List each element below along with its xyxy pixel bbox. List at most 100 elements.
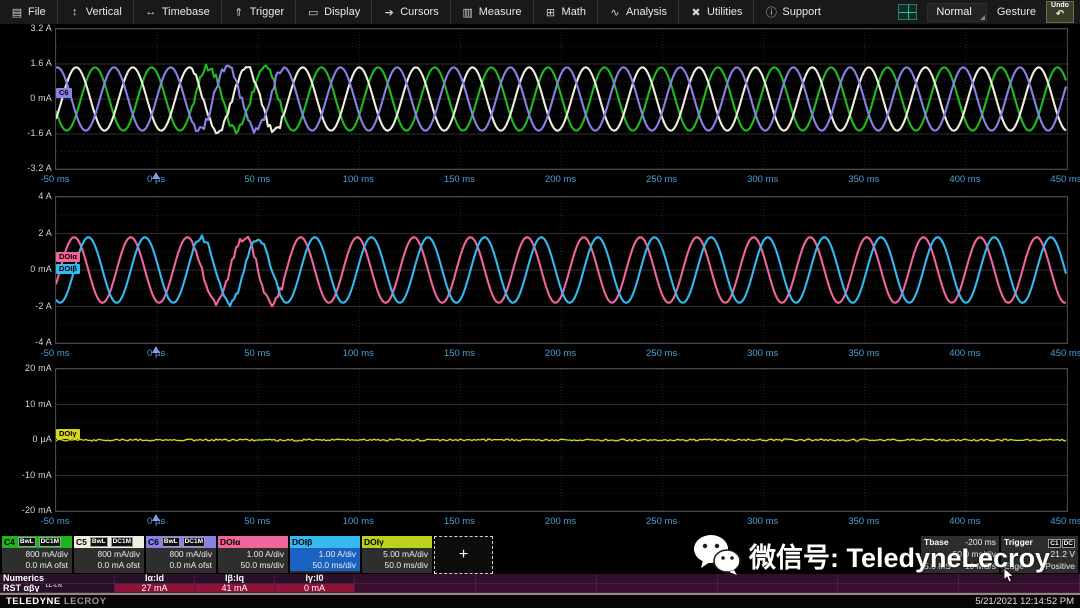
menu-display[interactable]: ▭ Display bbox=[296, 0, 372, 24]
trigger-source-badge: C1 bbox=[1048, 539, 1060, 548]
file-icon: ▤ bbox=[11, 6, 23, 19]
numerics-row-label: RST αβγLL-LN bbox=[0, 584, 115, 594]
menu-utilities[interactable]: ✖Utilities bbox=[679, 0, 754, 24]
wechat-watermark: 微信号: TeledyneLecroy bbox=[693, 534, 1050, 576]
undo-button[interactable]: Undo↶ bbox=[1046, 1, 1074, 23]
menu-analysis[interactable]: ∿Analysis bbox=[598, 0, 679, 24]
menu-measure-label: Measure bbox=[479, 6, 522, 18]
descriptor-doi-alpha[interactable]: DOIα 1.00 A/div50.0 ms/div bbox=[218, 536, 288, 573]
grid-2-plot[interactable] bbox=[55, 196, 1068, 344]
coupling-badge: DC1M bbox=[183, 537, 205, 547]
y-axis-label: 1.6 A bbox=[2, 58, 52, 68]
zero-level-badge-DOIα[interactable]: DOIα bbox=[56, 252, 80, 262]
menu-file[interactable]: ▤ File bbox=[0, 0, 58, 24]
y-axis-label: 0 mA bbox=[2, 93, 52, 103]
utilities-icon: ✖ bbox=[690, 6, 702, 19]
numerics-empty-cell bbox=[838, 584, 959, 594]
numerics-col3-header: Iγ:I0 bbox=[275, 574, 355, 584]
mouse-cursor-icon bbox=[1003, 568, 1016, 583]
y-axis-label: 3.2 A bbox=[2, 23, 52, 33]
add-trace-button[interactable]: + bbox=[434, 536, 493, 574]
numerics-empty-cell bbox=[597, 584, 718, 594]
numerics-table: Numerics Iα:Id Iβ:Iq Iγ:I0 RST αβγLL-LN … bbox=[0, 574, 1080, 593]
descriptor-c5-name: C5 bbox=[76, 537, 87, 547]
numerics-col3-value: 0 mA bbox=[275, 584, 355, 594]
numerics-empty-cell bbox=[476, 584, 597, 594]
coupling-badge: DC1M bbox=[39, 537, 61, 547]
menu-support-label: Support bbox=[782, 6, 821, 18]
display-icon: ▭ bbox=[307, 6, 319, 19]
timebase-icon: ↔ bbox=[145, 6, 157, 18]
waveform-canvas bbox=[56, 29, 1067, 169]
menu-timebase[interactable]: ↔Timebase bbox=[134, 0, 222, 24]
menu-cursors[interactable]: ➔Cursors bbox=[372, 0, 451, 24]
x-axis-label: 100 ms bbox=[343, 174, 374, 185]
descriptor-c6[interactable]: C6BwLDC1M 800 mA/div0.0 mA ofst bbox=[146, 536, 216, 573]
zero-level-badge-DOIγ[interactable]: DOIγ bbox=[56, 429, 80, 439]
grid-1-plot[interactable] bbox=[55, 28, 1068, 170]
descriptor-doi-gamma-name: DOIγ bbox=[364, 537, 384, 547]
x-axis-label: 300 ms bbox=[747, 348, 778, 359]
y-axis-label: 4 A bbox=[2, 191, 52, 201]
x-axis-label: -50 ms bbox=[40, 516, 69, 527]
bwl-badge: BwL bbox=[90, 537, 108, 547]
menu-vertical-label: Vertical bbox=[86, 6, 122, 18]
descriptor-doi-alpha-time: 50.0 ms/div bbox=[218, 560, 284, 571]
menu-file-label: File bbox=[28, 6, 46, 18]
grid-mode-dropdown[interactable]: Normal bbox=[927, 3, 986, 22]
waveform-canvas bbox=[56, 369, 1067, 511]
plus-icon: + bbox=[459, 546, 468, 564]
zero-level-badge-C6[interactable]: C6 bbox=[56, 88, 72, 98]
x-axis-label: 300 ms bbox=[747, 174, 778, 185]
y-axis-label: -2 A bbox=[2, 301, 52, 311]
x-axis-label: 350 ms bbox=[848, 516, 879, 527]
y-axis-label: -20 mA bbox=[2, 505, 52, 515]
menu-trigger[interactable]: ⇑Trigger bbox=[222, 0, 296, 24]
x-axis-label: 350 ms bbox=[848, 348, 879, 359]
x-axis-label: 450 ms bbox=[1050, 516, 1080, 527]
x-axis-label: 100 ms bbox=[343, 516, 374, 527]
descriptor-c4-scale: 800 mA/div bbox=[2, 549, 68, 560]
wechat-icon bbox=[693, 534, 741, 576]
numerics-empty-cell bbox=[355, 574, 476, 584]
menu-measure[interactable]: ▥ Measure bbox=[451, 0, 534, 24]
trigger-coupling-badge: DC bbox=[1062, 539, 1075, 548]
menu-vertical[interactable]: ↕Vertical bbox=[58, 0, 134, 24]
y-axis-label: 20 mA bbox=[2, 363, 52, 373]
descriptor-doi-beta[interactable]: DOIβ 1.00 A/div50.0 ms/div bbox=[290, 536, 360, 573]
descriptor-c4[interactable]: C4BwLDC1M 800 mA/div0.0 mA ofst bbox=[2, 536, 72, 573]
measure-icon: ▥ bbox=[462, 6, 474, 19]
x-axis-label: 450 ms bbox=[1050, 174, 1080, 185]
descriptor-c6-offset: 0.0 mA ofst bbox=[146, 560, 212, 571]
x-axis-label: 450 ms bbox=[1050, 348, 1080, 359]
x-axis-label: 400 ms bbox=[949, 174, 980, 185]
x-axis-label: 300 ms bbox=[747, 516, 778, 527]
menu-bar: ▤ File ↕Vertical ↔Timebase ⇑Trigger ▭ Disp… bbox=[0, 0, 1080, 25]
trigger-position-icon[interactable] bbox=[152, 172, 160, 179]
trigger-position-icon[interactable] bbox=[152, 514, 160, 521]
descriptor-c5[interactable]: C5BwLDC1M 800 mA/div0.0 mA ofst bbox=[74, 536, 144, 573]
teledyne-lecroy-logo: TELEDYNE LECROY bbox=[6, 596, 106, 607]
descriptor-doi-alpha-name: DOIα bbox=[220, 537, 240, 547]
cursors-icon: ➔ bbox=[383, 6, 395, 19]
x-axis-label: -50 ms bbox=[40, 348, 69, 359]
x-axis-label: 200 ms bbox=[545, 174, 576, 185]
y-axis-label: 0 mA bbox=[2, 264, 52, 274]
bwl-badge: BwL bbox=[18, 537, 36, 547]
menu-display-label: Display bbox=[324, 6, 360, 18]
waveform-canvas bbox=[56, 197, 1067, 343]
trigger-position-icon[interactable] bbox=[152, 346, 160, 353]
gesture-label[interactable]: Gesture bbox=[997, 6, 1036, 18]
descriptor-c6-name: C6 bbox=[148, 537, 159, 547]
numerics-empty-cell bbox=[355, 584, 476, 594]
menu-support[interactable]: ⓘSupport bbox=[754, 0, 832, 24]
menu-math[interactable]: ⊞Math bbox=[534, 0, 598, 24]
x-axis-label: 400 ms bbox=[949, 516, 980, 527]
grid-3-plot[interactable] bbox=[55, 368, 1068, 512]
descriptor-doi-gamma[interactable]: DOIγ 5.00 mA/div50.0 ms/div bbox=[362, 536, 432, 573]
trigger-level: 21.2 V bbox=[1050, 548, 1075, 560]
x-axis-label: 150 ms bbox=[444, 516, 475, 527]
y-axis-label: 0 µA bbox=[2, 434, 52, 444]
grid-layout-icon[interactable] bbox=[898, 4, 917, 20]
zero-level-badge-DOIβ[interactable]: DOIβ bbox=[56, 264, 80, 274]
